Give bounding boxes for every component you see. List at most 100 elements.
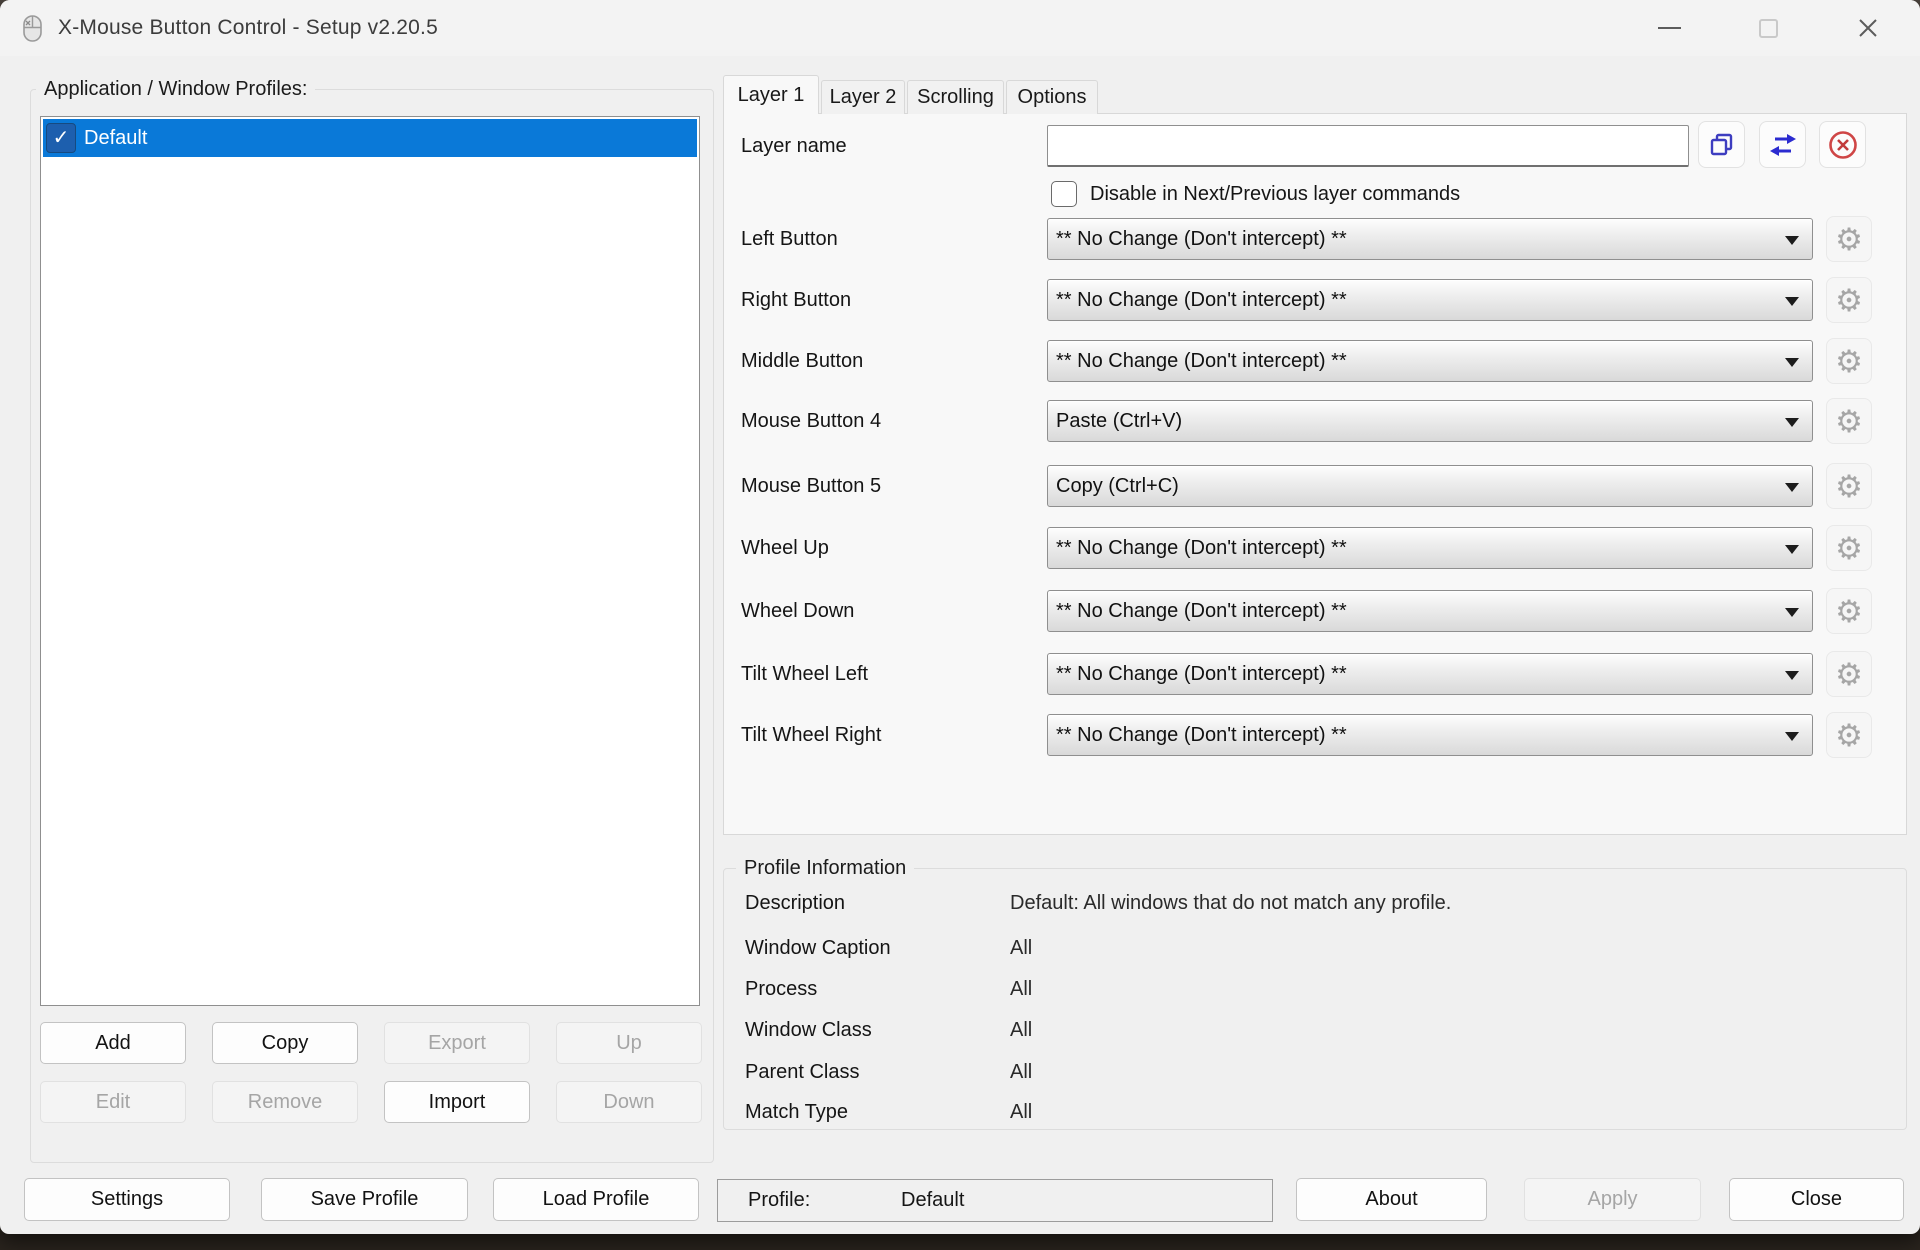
tilt-wheel-right-label: Tilt Wheel Right (741, 724, 882, 746)
current-profile-label: Profile: (748, 1189, 811, 1211)
mapping-row: Mouse Button 4 Paste (Ctrl+V) ⚙ (0, 398, 1920, 444)
xmouse-window: X-Mouse Button Control - Setup v2.20.5 A… (0, 0, 1920, 1234)
mapping-row: Middle Button ** No Change (Don't interc… (0, 338, 1920, 384)
wheel-down-settings-button[interactable]: ⚙ (1826, 588, 1872, 634)
chevron-down-icon (1785, 236, 1799, 245)
window-caption-value: All (1010, 937, 1033, 959)
wheel-up-settings-button[interactable]: ⚙ (1826, 525, 1872, 571)
profile-info-title: Profile Information (736, 856, 915, 880)
profiles-group-label: Application / Window Profiles: (36, 77, 316, 101)
window-class-label: Window Class (745, 1019, 872, 1041)
mouse-button-4-label: Mouse Button 4 (741, 410, 882, 432)
left-button-settings-button[interactable]: ⚙ (1826, 216, 1872, 262)
chevron-down-icon (1785, 671, 1799, 680)
apply-button[interactable]: Apply (1524, 1178, 1701, 1221)
process-label: Process (745, 978, 818, 1000)
copy-profile-button[interactable]: Copy (212, 1022, 358, 1064)
middle-button-select[interactable]: ** No Change (Don't intercept) ** (1047, 340, 1813, 382)
left-button-select[interactable]: ** No Change (Don't intercept) ** (1047, 218, 1813, 260)
tilt-wheel-right-settings-button[interactable]: ⚙ (1826, 712, 1872, 758)
disable-layer-checkbox[interactable] (1051, 181, 1077, 207)
settings-button[interactable]: Settings (24, 1178, 230, 1221)
disable-layer-label: Disable in Next/Previous layer commands (1090, 183, 1461, 205)
tab-label: Layer 1 (737, 83, 805, 106)
chevron-down-icon (1785, 608, 1799, 617)
mouse-button-4-settings-button[interactable]: ⚙ (1826, 398, 1872, 444)
parent-class-label: Parent Class (745, 1061, 860, 1083)
combo-value: ** No Change (Don't intercept) ** (1056, 599, 1347, 622)
gear-icon: ⚙ (1835, 221, 1863, 257)
desktop: X-Mouse Button Control - Setup v2.20.5 A… (0, 0, 1920, 1250)
mouse-button-4-select[interactable]: Paste (Ctrl+V) (1047, 400, 1813, 442)
check-icon: ✓ (52, 127, 70, 149)
minimize-button[interactable] (1637, 7, 1701, 49)
close-window-button[interactable] (1836, 7, 1900, 49)
profile-list-item[interactable]: ✓ Default (43, 119, 697, 157)
remove-profile-button[interactable]: Remove (212, 1081, 358, 1123)
button-label: Down (603, 1090, 655, 1113)
layer-name-label: Layer name (741, 135, 847, 157)
process-value: All (1010, 978, 1033, 1000)
button-label: Up (616, 1031, 642, 1054)
copy-layer-button[interactable] (1698, 121, 1745, 168)
description-value: Default: All windows that do not match a… (1010, 892, 1452, 914)
button-label: Edit (95, 1090, 131, 1113)
gear-icon: ⚙ (1835, 468, 1863, 504)
right-button-select[interactable]: ** No Change (Don't intercept) ** (1047, 279, 1813, 321)
close-button[interactable]: Close (1729, 1178, 1904, 1221)
load-profile-button[interactable]: Load Profile (493, 1178, 699, 1221)
import-profile-button[interactable]: Import (384, 1081, 530, 1123)
description-label: Description (745, 892, 846, 914)
combo-value: Paste (Ctrl+V) (1056, 409, 1183, 432)
parent-class-value: All (1010, 1061, 1033, 1083)
tab-layer-1[interactable]: Layer 1 (723, 75, 819, 114)
button-label: About (1365, 1188, 1418, 1210)
tilt-wheel-left-label: Tilt Wheel Left (741, 663, 869, 685)
clear-layer-button[interactable] (1819, 121, 1866, 168)
button-label: Save Profile (310, 1188, 419, 1210)
minimize-icon (1657, 27, 1681, 29)
edit-profile-button[interactable]: Edit (40, 1081, 186, 1123)
button-label: Close (1790, 1188, 1843, 1210)
mouse-button-5-select[interactable]: Copy (Ctrl+C) (1047, 465, 1813, 507)
cancel-circle-icon (1828, 130, 1857, 159)
right-button-settings-button[interactable]: ⚙ (1826, 277, 1872, 323)
maximize-button[interactable] (1736, 7, 1800, 49)
add-profile-button[interactable]: Add (40, 1022, 186, 1064)
move-down-button[interactable]: Down (556, 1081, 702, 1123)
wheel-down-select[interactable]: ** No Change (Don't intercept) ** (1047, 590, 1813, 632)
export-profile-button[interactable]: Export (384, 1022, 530, 1064)
save-profile-button[interactable]: Save Profile (261, 1178, 468, 1221)
chevron-down-icon (1785, 732, 1799, 741)
tab-scrolling[interactable]: Scrolling (907, 80, 1004, 114)
mapping-row: Wheel Down ** No Change (Don't intercept… (0, 588, 1920, 634)
titlebar[interactable]: X-Mouse Button Control - Setup v2.20.5 (0, 0, 1920, 56)
match-type-label: Match Type (745, 1101, 849, 1123)
mouse-button-5-settings-button[interactable]: ⚙ (1826, 463, 1872, 509)
swap-layers-button[interactable] (1759, 121, 1806, 168)
mouse-button-5-label: Mouse Button 5 (741, 475, 882, 497)
right-button-label: Right Button (741, 289, 852, 311)
tilt-wheel-right-select[interactable]: ** No Change (Don't intercept) ** (1047, 714, 1813, 756)
combo-value: ** No Change (Don't intercept) ** (1056, 227, 1347, 250)
about-button[interactable]: About (1296, 1178, 1487, 1221)
tab-layer-2[interactable]: Layer 2 (821, 80, 905, 114)
wheel-up-select[interactable]: ** No Change (Don't intercept) ** (1047, 527, 1813, 569)
gear-icon: ⚙ (1835, 717, 1863, 753)
move-up-button[interactable]: Up (556, 1022, 702, 1064)
gear-icon: ⚙ (1835, 282, 1863, 318)
profile-enabled-checkbox[interactable]: ✓ (46, 123, 76, 153)
combo-value: ** No Change (Don't intercept) ** (1056, 349, 1347, 372)
tab-options[interactable]: Options (1006, 80, 1098, 114)
button-label: Export (428, 1031, 486, 1054)
chevron-down-icon (1785, 358, 1799, 367)
tilt-wheel-left-select[interactable]: ** No Change (Don't intercept) ** (1047, 653, 1813, 695)
mapping-row: Tilt Wheel Right ** No Change (Don't int… (0, 712, 1920, 758)
middle-button-settings-button[interactable]: ⚙ (1826, 338, 1872, 384)
combo-value: ** No Change (Don't intercept) ** (1056, 536, 1347, 559)
tab-label: Layer 2 (829, 86, 897, 108)
tilt-wheel-left-settings-button[interactable]: ⚙ (1826, 651, 1872, 697)
layer-name-input[interactable] (1047, 125, 1689, 167)
combo-value: ** No Change (Don't intercept) ** (1056, 723, 1347, 746)
copy-icon (1710, 133, 1732, 155)
